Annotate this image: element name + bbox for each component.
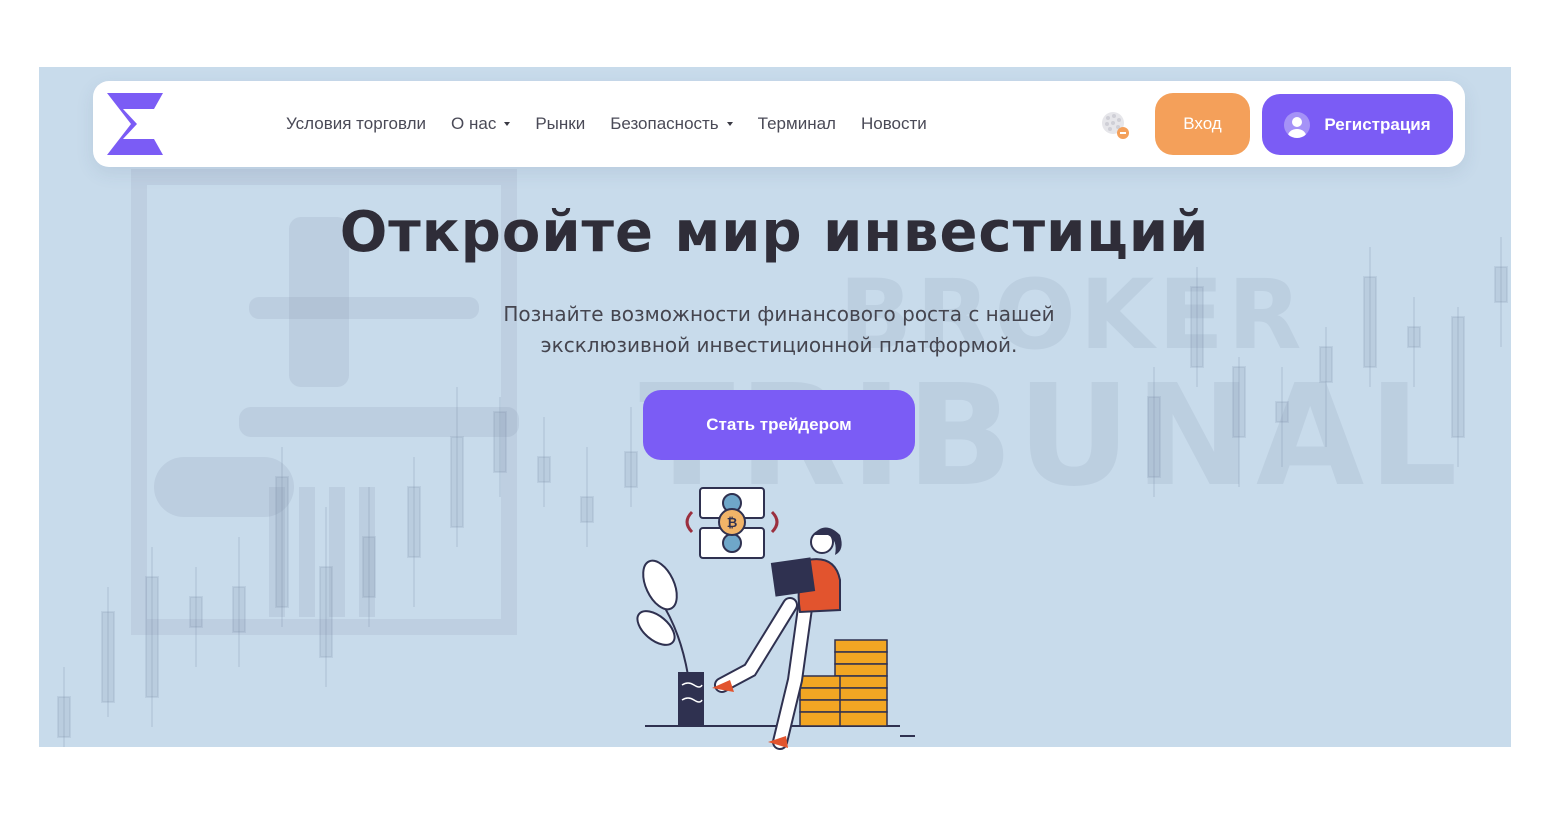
nav-item-label: Безопасность bbox=[610, 114, 719, 133]
bitcoin-exchange-icon: ₿ bbox=[685, 487, 779, 559]
dropdown-caret-icon bbox=[726, 122, 733, 126]
become-trader-button[interactable]: Стать трейдером bbox=[643, 390, 915, 460]
top-navigation-bar: Условия торговли О нас Рынки Безопасност… bbox=[93, 81, 1465, 167]
nav-item-markets[interactable]: Рынки bbox=[535, 114, 585, 134]
nav-item-label: Условия торговли bbox=[286, 114, 427, 133]
nav-item-about-us[interactable]: О нас bbox=[451, 114, 511, 134]
user-avatar-icon bbox=[1284, 111, 1311, 138]
nav-item-news[interactable]: Новости bbox=[861, 114, 927, 134]
login-button[interactable]: Вход bbox=[1155, 93, 1250, 155]
nav-item-label: Терминал bbox=[757, 114, 836, 133]
nav-item-label: Рынки bbox=[535, 114, 586, 133]
globe-icon[interactable] bbox=[1099, 109, 1131, 141]
nav-item-label: Новости bbox=[860, 114, 927, 133]
nav-item-label: О нас bbox=[451, 114, 497, 133]
dropdown-caret-icon bbox=[504, 122, 511, 126]
nav-item-terminal[interactable]: Терминал bbox=[758, 114, 836, 134]
register-button-label: Регистрация bbox=[1324, 114, 1431, 134]
nav-links: Условия торговли О нас Рынки Безопасност… bbox=[286, 81, 927, 167]
hero-title: Откройте мир инвестиций bbox=[339, 200, 1210, 265]
svg-text:₿: ₿ bbox=[727, 516, 738, 531]
nav-item-trading-conditions[interactable]: Условия торговли bbox=[286, 114, 426, 134]
register-button[interactable]: Регистрация bbox=[1262, 94, 1453, 155]
woman-with-laptop-on-coins-illustration: ₿ bbox=[636, 487, 915, 750]
e-logo-icon[interactable] bbox=[105, 93, 167, 155]
hero-subtitle: Познайте возможности финансового роста с… bbox=[503, 302, 1055, 357]
nav-item-security[interactable]: Безопасность bbox=[610, 114, 733, 134]
